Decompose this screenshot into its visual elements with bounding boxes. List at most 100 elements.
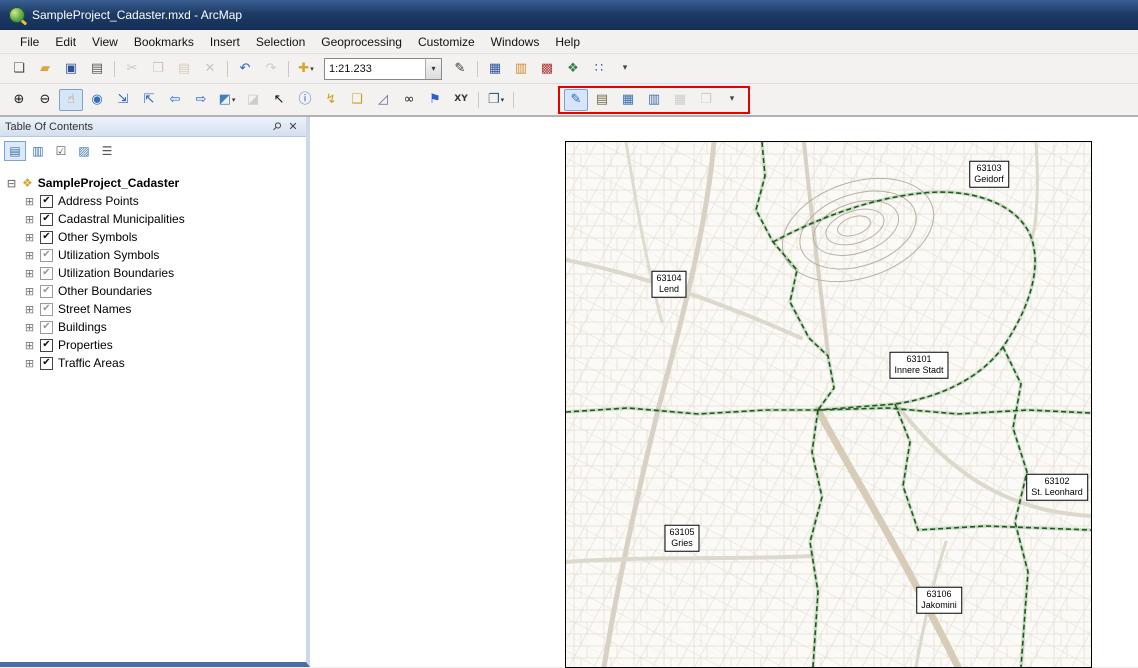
pin-icon[interactable]: ⚲ bbox=[267, 117, 286, 136]
toolbar-separator[interactable] bbox=[477, 61, 478, 77]
fixed-zoom-out-button[interactable]: ⇱ bbox=[137, 89, 161, 111]
table-of-contents-button[interactable]: ▦ bbox=[483, 58, 507, 80]
expand-icon[interactable]: ⊞ bbox=[24, 322, 35, 333]
new-document-button[interactable]: ❏ bbox=[7, 58, 31, 80]
layer-utilization-boundaries[interactable]: ⊞ ✔ Utilization Boundaries bbox=[0, 264, 306, 282]
layer-visibility-checkbox[interactable]: ✔ bbox=[40, 249, 53, 262]
layer-visibility-checkbox[interactable]: ✔ bbox=[40, 303, 53, 316]
layer-visibility-checkbox[interactable]: ✔ bbox=[40, 195, 53, 208]
hyperlink-button[interactable]: ↯ bbox=[319, 89, 343, 111]
toolbar-separator[interactable] bbox=[513, 92, 514, 108]
layer-utilization-symbols[interactable]: ⊞ ✔ Utilization Symbols bbox=[0, 246, 306, 264]
toolbox-button[interactable]: ▩ bbox=[535, 58, 559, 80]
catalog-window-button[interactable]: ▥ bbox=[509, 58, 533, 80]
identify-button[interactable]: ⓘ bbox=[293, 89, 317, 111]
menu-help[interactable]: Help bbox=[547, 33, 588, 51]
menu-geoprocessing[interactable]: Geoprocessing bbox=[313, 33, 410, 51]
go-to-xy-button[interactable]: XY bbox=[449, 89, 473, 111]
menu-view[interactable]: View bbox=[84, 33, 126, 51]
titlebar[interactable]: SampleProject_Cadaster.mxd - ArcMap bbox=[0, 0, 1138, 30]
menu-insert[interactable]: Insert bbox=[202, 33, 248, 51]
expand-icon[interactable]: ⊞ bbox=[24, 268, 35, 279]
viewer-window-button[interactable]: ❐ bbox=[484, 89, 508, 111]
expand-icon[interactable]: ⊞ bbox=[24, 286, 35, 297]
menu-edit[interactable]: Edit bbox=[47, 33, 84, 51]
tree-root[interactable]: ⊟ ❖ SampleProject_Cadaster bbox=[0, 174, 306, 192]
layer-visibility-checkbox[interactable]: ✔ bbox=[40, 339, 53, 352]
pan-button[interactable]: ☝ bbox=[59, 89, 83, 111]
layer-street-names[interactable]: ⊞ ✔ Street Names bbox=[0, 300, 306, 318]
layer-properties[interactable]: ⊞ ✔ Properties bbox=[0, 336, 306, 354]
find-button[interactable]: ∞ bbox=[397, 89, 421, 111]
expand-icon[interactable]: ⊞ bbox=[24, 358, 35, 369]
expand-icon[interactable]: ⊞ bbox=[24, 250, 35, 261]
zoom-in-button[interactable]: ⊕ bbox=[7, 89, 31, 111]
list-by-drawing-order-button[interactable]: ▤ bbox=[4, 141, 26, 161]
fixed-zoom-in-button[interactable]: ⇲ bbox=[111, 89, 135, 111]
save-button[interactable]: ▣ bbox=[59, 58, 83, 80]
editor-options-button[interactable]: ▾ bbox=[720, 89, 744, 111]
copy-button[interactable]: ❐ bbox=[146, 58, 170, 80]
layer-visibility-checkbox[interactable]: ✔ bbox=[40, 231, 53, 244]
menu-selection[interactable]: Selection bbox=[248, 33, 313, 51]
map-scale-input[interactable] bbox=[325, 63, 425, 75]
python-window-button[interactable]: ❖ bbox=[561, 58, 585, 80]
zoom-out-button[interactable]: ⊖ bbox=[33, 89, 57, 111]
layer-address-points[interactable]: ⊞ ✔ Address Points bbox=[0, 192, 306, 210]
list-by-selection-button[interactable]: ▨ bbox=[73, 141, 95, 161]
back-extent-button[interactable]: ⇦ bbox=[163, 89, 187, 111]
list-by-source-button[interactable]: ▥ bbox=[27, 141, 49, 161]
expand-icon[interactable]: ⊞ bbox=[24, 196, 35, 207]
paste-special-button[interactable]: ▦ bbox=[668, 89, 692, 111]
scale-dropdown-icon[interactable] bbox=[425, 59, 441, 79]
edit-sketch-button[interactable]: ✎ bbox=[448, 58, 472, 80]
menu-bookmarks[interactable]: Bookmarks bbox=[126, 33, 202, 51]
cut-button[interactable]: ✂ bbox=[120, 58, 144, 80]
expand-icon[interactable]: ⊞ bbox=[24, 304, 35, 315]
expand-icon[interactable]: ⊞ bbox=[24, 340, 35, 351]
layer-visibility-checkbox[interactable]: ✔ bbox=[40, 285, 53, 298]
collapse-icon[interactable]: ⊟ bbox=[6, 178, 17, 189]
layer-cadastral-municipalities[interactable]: ⊞ ✔ Cadastral Municipalities bbox=[0, 210, 306, 228]
undo-button[interactable]: ↶ bbox=[233, 58, 257, 80]
layer-buildings[interactable]: ⊞ ✔ Buildings bbox=[0, 318, 306, 336]
menu-customize[interactable]: Customize bbox=[410, 33, 483, 51]
find-route-button[interactable]: ⚑ bbox=[423, 89, 447, 111]
add-data-button[interactable]: ✚ bbox=[294, 58, 318, 80]
map-frame[interactable]: 63103 Geidorf 63104 Lend 63101 Innere St… bbox=[565, 141, 1092, 668]
layer-other-symbols[interactable]: ⊞ ✔ Other Symbols bbox=[0, 228, 306, 246]
forward-extent-button[interactable]: ⇨ bbox=[189, 89, 213, 111]
paste-button[interactable]: ▤ bbox=[172, 58, 196, 80]
close-icon[interactable]: ✕ bbox=[285, 121, 301, 132]
edit-tool-button[interactable]: ✎ bbox=[564, 89, 588, 111]
layer-visibility-checkbox[interactable]: ✔ bbox=[40, 357, 53, 370]
toolbar-options-button[interactable]: ▾ bbox=[613, 58, 637, 80]
html-popup-button[interactable]: ❑ bbox=[345, 89, 369, 111]
attribute-table-button[interactable]: ▦ bbox=[616, 89, 640, 111]
menu-file[interactable]: File bbox=[12, 33, 47, 51]
layer-visibility-checkbox[interactable]: ✔ bbox=[40, 213, 53, 226]
list-by-visibility-button[interactable]: ☑ bbox=[50, 141, 72, 161]
table-windows-button[interactable]: ▥ bbox=[642, 89, 666, 111]
full-extent-button[interactable]: ◉ bbox=[85, 89, 109, 111]
expand-icon[interactable]: ⊞ bbox=[24, 214, 35, 225]
delete-button[interactable]: ✕ bbox=[198, 58, 222, 80]
open-button[interactable]: ▰ bbox=[33, 58, 57, 80]
toolbar-separator[interactable] bbox=[288, 61, 289, 77]
toolbar-separator[interactable] bbox=[478, 92, 479, 108]
toc-header[interactable]: Table Of Contents ⚲ ✕ bbox=[0, 117, 306, 137]
menu-windows[interactable]: Windows bbox=[483, 33, 548, 51]
select-elements-button[interactable]: ↖ bbox=[267, 89, 291, 111]
layer-other-boundaries[interactable]: ⊞ ✔ Other Boundaries bbox=[0, 282, 306, 300]
attributes-button[interactable]: ▤ bbox=[590, 89, 614, 111]
print-button[interactable]: ▤ bbox=[85, 58, 109, 80]
toolbar-separator[interactable] bbox=[227, 61, 228, 77]
layer-visibility-checkbox[interactable]: ✔ bbox=[40, 267, 53, 280]
select-features-button[interactable]: ◩ bbox=[215, 89, 239, 111]
model-builder-button[interactable]: ∷ bbox=[587, 58, 611, 80]
toolbar-separator[interactable] bbox=[114, 61, 115, 77]
redo-button[interactable]: ↷ bbox=[259, 58, 283, 80]
measure-button[interactable]: ◿ bbox=[371, 89, 395, 111]
layer-traffic-areas[interactable]: ⊞ ✔ Traffic Areas bbox=[0, 354, 306, 372]
clear-selection-button[interactable]: ◪ bbox=[241, 89, 265, 111]
